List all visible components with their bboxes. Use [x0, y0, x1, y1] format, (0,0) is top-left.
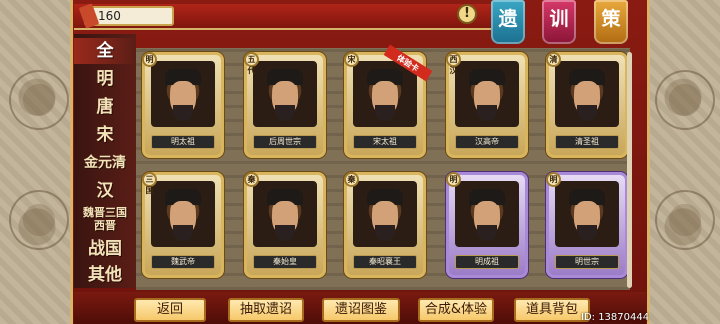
portrait [151, 181, 215, 247]
card-name: 宋太祖 [353, 135, 417, 149]
portrait [253, 61, 317, 127]
banner-xun[interactable]: 训 [542, 0, 576, 44]
dragon-ornament-icon [655, 70, 715, 130]
dynasty-badge: 三国 [142, 172, 157, 195]
dynasty-badge: 宋 [344, 52, 359, 67]
edict-counter: 160 [78, 3, 174, 29]
card-han-gaodi[interactable]: 西汉 汉高帝 [446, 52, 528, 158]
portrait [151, 61, 215, 127]
counter-value: 160 [98, 9, 121, 23]
dragon-ornament-icon [9, 70, 69, 130]
card-wei-wudi[interactable]: 三国 魏武帝 [142, 172, 224, 278]
tab-song[interactable]: 宋 [74, 122, 136, 148]
card-name: 明成祖 [455, 255, 519, 269]
card-qing-shengzu[interactable]: 清 清圣祖 [546, 52, 628, 158]
banner-yi[interactable]: 遗 [491, 0, 525, 44]
dynasty-badge: 明 [546, 172, 561, 187]
card-ming-chengzu[interactable]: 明 明成祖 [446, 172, 528, 278]
dynasty-badge: 西汉 [446, 52, 461, 75]
draw-edict-button[interactable]: 抽取遗诏 [228, 298, 304, 322]
right-wallpaper [646, 0, 720, 324]
tab-zhanguo[interactable]: 战国 [74, 236, 136, 262]
card-name: 秦始皇 [253, 255, 317, 269]
card-name: 清圣祖 [555, 135, 619, 149]
portrait [455, 61, 519, 127]
card-name: 明太祖 [151, 135, 215, 149]
user-id: ID: 13870444 [581, 312, 650, 323]
tab-tang[interactable]: 唐 [74, 94, 136, 120]
card-song-taizu[interactable]: 宋 体验卡 宋太祖 [344, 44, 433, 158]
card-name: 后周世宗 [253, 135, 317, 149]
portrait [253, 181, 317, 247]
tab-jin-yuan-qing[interactable]: 金元清 [74, 150, 136, 176]
dynasty-badge: 清 [546, 52, 561, 67]
grid-scrollbar[interactable] [627, 52, 632, 288]
card-grid: 明 明太祖 五代 后周世宗 宋 体验卡 宋太祖 西汉 汉高帝 清 清圣祖 三国 … [136, 44, 630, 290]
item-bag-button[interactable]: 道具背包 [514, 298, 590, 322]
portrait [555, 181, 619, 247]
dynasty-badge: 五代 [244, 52, 259, 75]
tab-wei-jin[interactable]: 魏晋三国西晋 [74, 206, 136, 234]
portrait [555, 61, 619, 127]
dragon-ornament-icon [655, 190, 715, 250]
card-ming-shizong[interactable]: 明 明世宗 [546, 172, 628, 278]
dynasty-badge: 秦 [244, 172, 259, 187]
card-name: 秦昭襄王 [353, 255, 417, 269]
back-button[interactable]: 返回 [134, 298, 206, 322]
card-qin-zhaoxiang[interactable]: 秦 秦昭襄王 [344, 172, 426, 278]
edict-gallery-button[interactable]: 遗诏图鉴 [322, 298, 400, 322]
portrait [353, 181, 417, 247]
dynasty-badge: 秦 [344, 172, 359, 187]
dynasty-badge: 明 [142, 52, 157, 67]
card-qin-shihuang[interactable]: 秦 秦始皇 [244, 172, 326, 278]
left-wallpaper [0, 0, 74, 324]
portrait [455, 181, 519, 247]
synthesize-trial-button[interactable]: 合成&体验 [418, 298, 494, 322]
portrait [353, 61, 417, 127]
banner-ce[interactable]: 策 [594, 0, 628, 44]
card-name: 魏武帝 [151, 255, 215, 269]
tab-han[interactable]: 汉 [74, 178, 136, 204]
dynasty-tabs: 全 明 唐 宋 金元清 汉 魏晋三国西晋 战国 其他 [74, 34, 136, 288]
tab-other[interactable]: 其他 [74, 262, 136, 288]
card-ming-taizu[interactable]: 明 明太祖 [142, 52, 224, 158]
card-name: 明世宗 [555, 255, 619, 269]
tab-ming[interactable]: 明 [74, 66, 136, 92]
dynasty-badge: 明 [446, 172, 461, 187]
info-icon[interactable]: ! [457, 4, 477, 24]
card-name: 汉高帝 [455, 135, 519, 149]
card-houzhou-shizong[interactable]: 五代 后周世宗 [244, 52, 326, 158]
dragon-ornament-icon [9, 190, 69, 250]
tab-all[interactable]: 全 [74, 38, 136, 64]
